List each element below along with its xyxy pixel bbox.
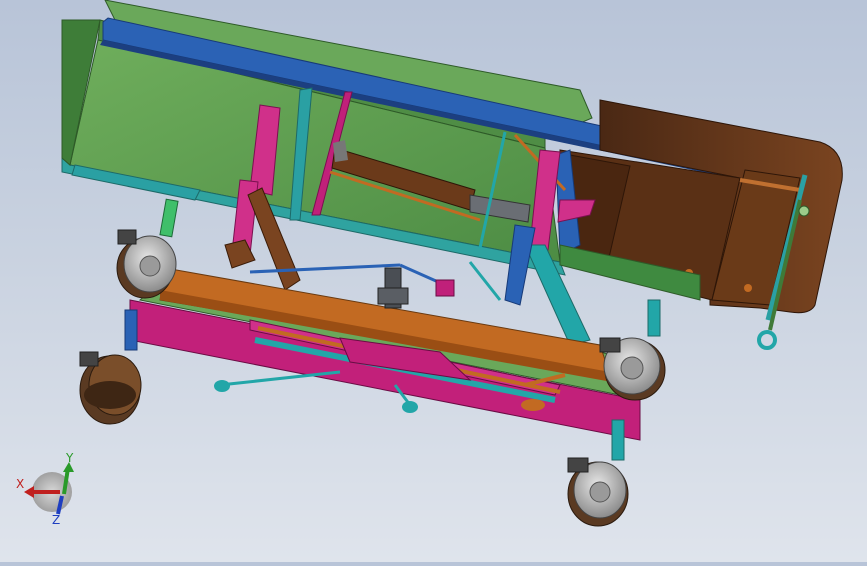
x-arrowhead	[24, 486, 34, 498]
caster-wheel-rear-left[interactable]	[79, 351, 142, 425]
caster-wheel-rear-right[interactable]	[567, 457, 629, 527]
x-axis-label: X	[16, 477, 24, 491]
foot-board[interactable]	[559, 99, 843, 350]
cad-model-canvas[interactable]: X Y Z	[0, 0, 867, 562]
y-axis-label: Y	[65, 451, 74, 465]
z-axis-label: Z	[52, 513, 60, 527]
cad-viewport[interactable]: X Y Z	[0, 0, 867, 562]
view-orientation-triad[interactable]: X Y Z	[16, 451, 74, 527]
